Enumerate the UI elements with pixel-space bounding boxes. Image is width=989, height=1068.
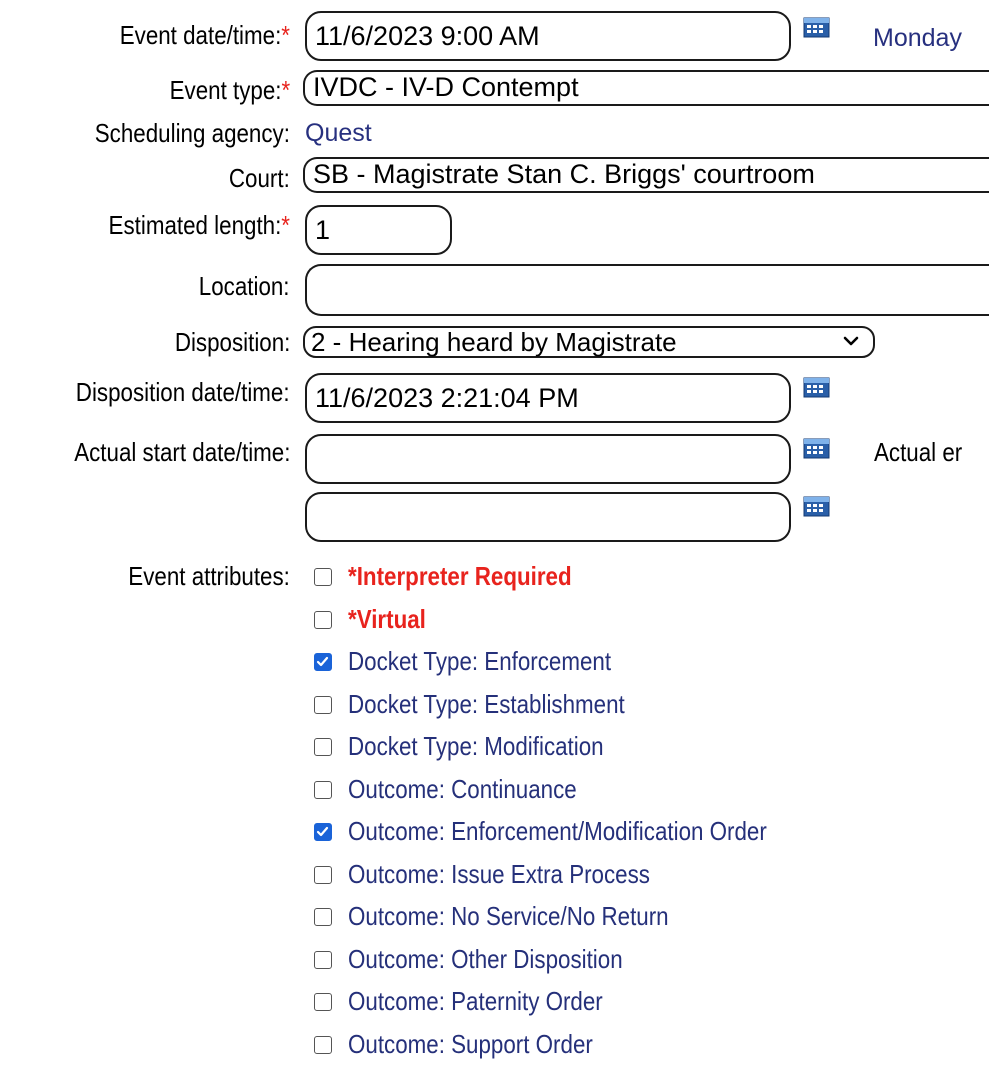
- disposition-select[interactable]: 2 - Hearing heard by Magistrate: [303, 326, 875, 358]
- checkbox[interactable]: [314, 738, 332, 756]
- chevron-down-icon: [843, 336, 859, 346]
- disposition-datetime-input[interactable]: [305, 373, 791, 423]
- calendar-icon[interactable]: [803, 495, 830, 517]
- actual-start-datetime-label: Actual start date/time:: [73, 437, 290, 467]
- checkbox[interactable]: [314, 781, 332, 799]
- disposition-datetime-label: Disposition date/time:: [76, 377, 290, 407]
- event-type-select[interactable]: IVDC - IV-D Contempt: [303, 70, 989, 106]
- location-label: Location:: [199, 271, 290, 301]
- actual-end-datetime-label: Actual er: [874, 437, 963, 467]
- event-attribute-label: Outcome: Paternity Order: [348, 986, 603, 1016]
- required-marker: *: [281, 20, 290, 50]
- event-attribute-label: Outcome: Continuance: [348, 774, 577, 804]
- event-attribute-label: Outcome: Support Order: [348, 1029, 593, 1059]
- disposition-label: Disposition:: [174, 327, 290, 357]
- location-input[interactable]: [305, 264, 989, 316]
- checkbox[interactable]: [314, 866, 332, 884]
- required-marker: *: [281, 75, 290, 105]
- event-attribute-label: Outcome: Other Disposition: [348, 944, 623, 974]
- court-select[interactable]: SB - Magistrate Stan C. Briggs' courtroo…: [303, 157, 989, 193]
- event-attributes-label: Event attributes:: [128, 561, 290, 591]
- checkbox[interactable]: [314, 1036, 332, 1054]
- event-type-label: Event type:*: [169, 75, 290, 105]
- calendar-icon[interactable]: [803, 437, 830, 459]
- checkbox[interactable]: [314, 568, 332, 586]
- checkbox[interactable]: [314, 611, 332, 629]
- event-attribute-label: *Virtual: [348, 604, 426, 634]
- event-attribute-label: *Interpreter Required: [348, 561, 572, 591]
- checkbox-checked[interactable]: [314, 653, 332, 671]
- checkbox[interactable]: [314, 696, 332, 714]
- checkbox-checked[interactable]: [314, 823, 332, 841]
- scheduling-agency-label: Scheduling agency:: [94, 118, 290, 148]
- checkmark-icon: [316, 656, 329, 667]
- event-attribute-label: Outcome: No Service/No Return: [348, 901, 669, 931]
- event-datetime-label: Event date/time:*: [119, 20, 290, 50]
- estimated-length-label: Estimated length:*: [108, 210, 290, 240]
- event-datetime-input[interactable]: [305, 11, 791, 61]
- checkbox[interactable]: [314, 993, 332, 1011]
- actual-start-date-input[interactable]: [305, 434, 791, 484]
- calendar-icon[interactable]: [803, 16, 830, 38]
- estimated-length-input[interactable]: [305, 205, 452, 255]
- scheduling-agency-value: Quest: [305, 119, 372, 147]
- actual-start-time-input[interactable]: [305, 492, 791, 542]
- checkbox[interactable]: [314, 951, 332, 969]
- calendar-icon[interactable]: [803, 376, 830, 398]
- event-attribute-label: Docket Type: Modification: [348, 731, 604, 761]
- event-attribute-label: Outcome: Issue Extra Process: [348, 859, 650, 889]
- event-attribute-label: Docket Type: Enforcement: [348, 646, 612, 676]
- checkbox[interactable]: [314, 908, 332, 926]
- required-marker: *: [281, 210, 290, 240]
- court-label: Court:: [229, 163, 290, 193]
- event-day-of-week: Monday: [873, 24, 962, 52]
- event-attribute-label: Outcome: Enforcement/Modification Order: [348, 816, 767, 846]
- checkmark-icon: [316, 826, 329, 837]
- event-attribute-label: Docket Type: Establishment: [348, 689, 625, 719]
